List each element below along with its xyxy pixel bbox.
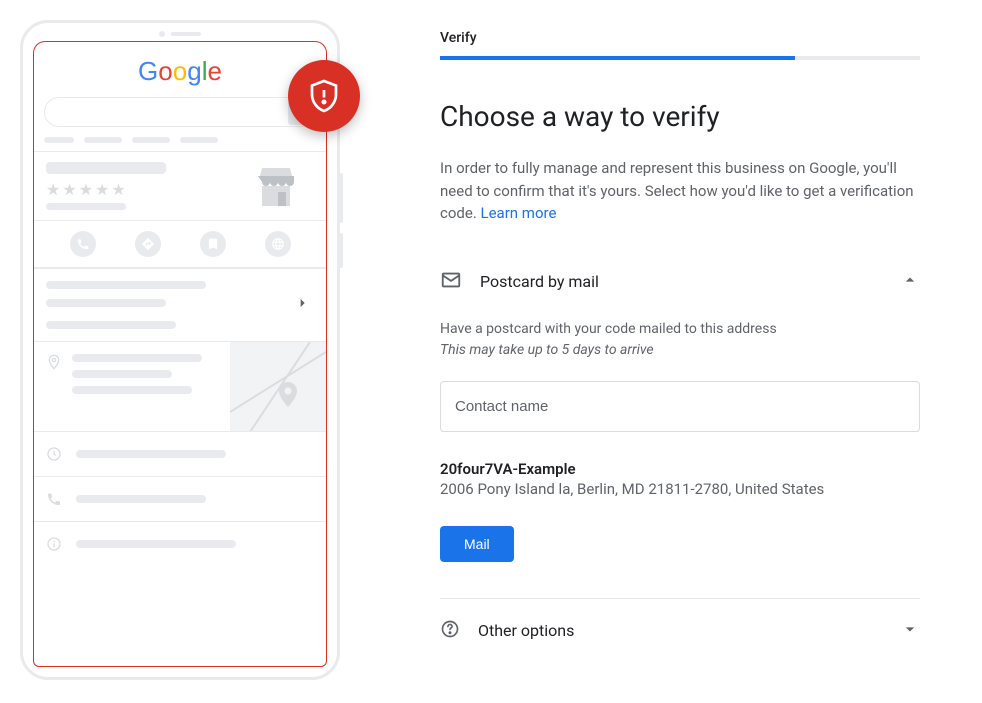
phone-side-button — [339, 173, 343, 223]
postcard-option-header[interactable]: Postcard by mail — [440, 261, 920, 303]
phone-side-button — [339, 233, 343, 268]
chevron-right-icon — [294, 295, 310, 315]
verify-panel: Verify Choose a way to verify In order t… — [440, 20, 920, 683]
postcard-subtitle: Have a postcard with your code mailed to… — [440, 319, 920, 361]
shield-alert-icon — [288, 60, 360, 132]
website-row-skeleton — [34, 521, 326, 566]
store-icon — [252, 162, 300, 210]
action-buttons-skeleton — [34, 220, 326, 268]
other-options-header[interactable]: Other options — [440, 599, 920, 651]
chevron-up-icon — [900, 270, 920, 294]
map-row-skeleton — [34, 341, 326, 431]
postcard-subtitle-line1: Have a postcard with your code mailed to… — [440, 319, 920, 340]
search-bar-placeholder — [44, 97, 316, 127]
phone-icon — [70, 231, 96, 257]
phone-row-skeleton — [34, 476, 326, 521]
other-options-title: Other options — [478, 621, 882, 640]
business-address: 20four7VA-Example 2006 Pony Island la, B… — [440, 460, 920, 498]
phone-icon — [46, 491, 62, 507]
learn-more-link[interactable]: Learn more — [481, 204, 557, 222]
help-icon — [440, 619, 460, 643]
website-icon — [265, 231, 291, 257]
google-logo: Google — [34, 42, 326, 97]
business-address-text: 2006 Pony Island la, Berlin, MD 21811-27… — [440, 480, 920, 498]
progress-fill — [440, 56, 795, 60]
phone-screen: Google ★★★★★ — [33, 41, 327, 667]
mail-icon — [440, 269, 462, 295]
business-name-text: 20four7VA-Example — [440, 460, 920, 478]
postcard-subtitle-line2: This may take up to 5 days to arrive — [440, 340, 920, 361]
progress-bar — [440, 56, 920, 60]
step-label: Verify — [440, 30, 920, 46]
postcard-option-title: Postcard by mail — [480, 272, 882, 291]
save-icon — [200, 231, 226, 257]
phone-preview: Google ★★★★★ — [20, 20, 340, 683]
phone-frame: Google ★★★★★ — [20, 20, 340, 680]
location-pin-icon — [46, 354, 62, 370]
listing-header-skeleton: ★★★★★ — [34, 151, 326, 220]
clock-icon — [46, 446, 62, 462]
info-skeleton — [34, 268, 326, 341]
chevron-down-icon — [900, 619, 920, 643]
hours-row-skeleton — [34, 431, 326, 476]
postcard-option-body: Have a postcard with your code mailed to… — [440, 319, 920, 562]
phone-speaker — [150, 31, 210, 37]
page-heading: Choose a way to verify — [440, 100, 920, 133]
page-description: In order to fully manage and represent t… — [440, 157, 920, 225]
directions-icon — [135, 231, 161, 257]
tabs-skeleton — [34, 137, 326, 151]
mail-button[interactable]: Mail — [440, 526, 514, 562]
contact-name-input[interactable] — [440, 381, 920, 432]
map-thumbnail — [230, 342, 326, 431]
globe-icon — [46, 536, 62, 552]
